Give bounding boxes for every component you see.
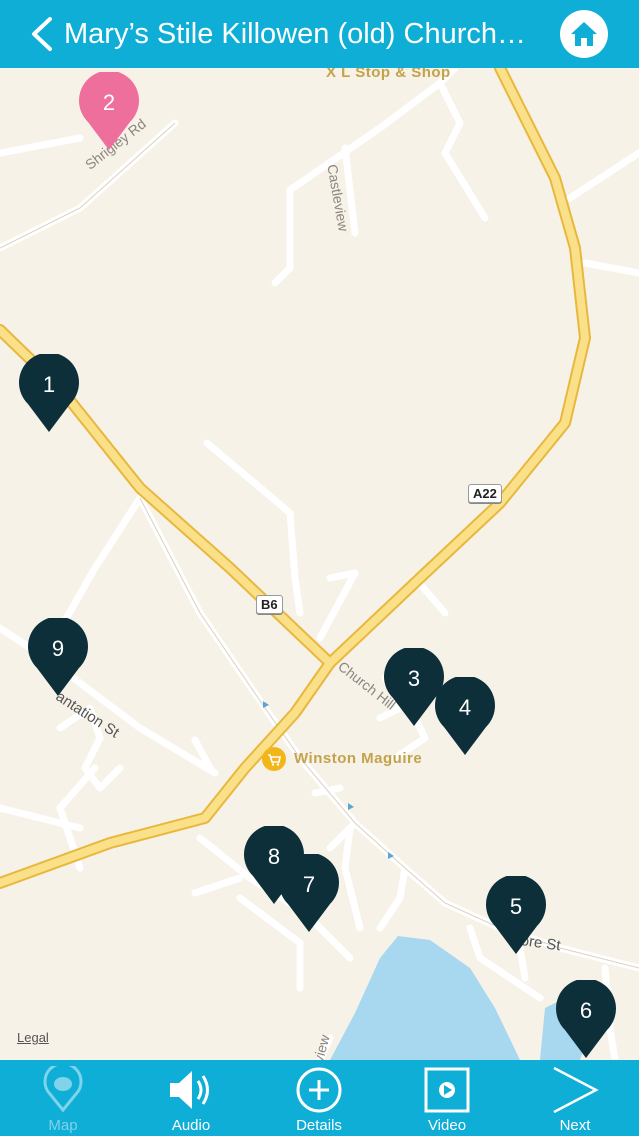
legal-link[interactable]: Legal [17, 1030, 49, 1045]
pin-number: 4 [458, 695, 472, 720]
video-play-icon [424, 1067, 470, 1113]
map-pin-icon [43, 1066, 83, 1113]
map-pin-1[interactable]: 1 [18, 354, 80, 434]
tab-details[interactable]: Details [269, 1060, 369, 1136]
top-bar: Mary’s Stile Killowen (old) Church… [0, 0, 639, 68]
road-shield-a22: A22 [468, 484, 502, 503]
map-pin-5[interactable]: 5 [485, 876, 547, 956]
tab-map[interactable]: Map [13, 1060, 113, 1136]
poi-shop-label: X L Stop & Shop [326, 68, 451, 81]
shopping-cart-icon[interactable] [262, 747, 286, 771]
pin-number: 2 [102, 90, 116, 115]
home-button[interactable] [560, 10, 608, 58]
pin-number: 1 [42, 372, 56, 397]
pin-number: 7 [302, 872, 316, 897]
back-button[interactable] [28, 16, 58, 52]
map-view[interactable]: X L Stop & Shop Shrigley Rd Castleview C… [0, 68, 639, 1060]
tab-video[interactable]: Video [397, 1060, 497, 1136]
map-pin-9[interactable]: 9 [27, 618, 89, 698]
pin-number: 9 [51, 636, 65, 661]
pin-number: 6 [579, 998, 593, 1023]
chevron-right-icon [553, 1066, 599, 1114]
road-shield-b6: B6 [256, 595, 283, 614]
tab-next[interactable]: Next [525, 1060, 625, 1136]
map-pin-2[interactable]: 2 [78, 72, 140, 152]
poi-winston-label: Winston Maguire [294, 750, 423, 767]
map-pin-6[interactable]: 6 [555, 980, 617, 1060]
plus-circle-icon [296, 1067, 342, 1113]
tab-label: Video [427, 1117, 467, 1134]
map-pin-4[interactable]: 4 [434, 677, 496, 757]
tab-label: Details [296, 1117, 342, 1134]
speaker-icon [170, 1071, 209, 1109]
pin-number: 5 [509, 894, 523, 919]
tab-label: Next [559, 1117, 591, 1134]
bottom-tab-bar: Map Audio Details Video Next [0, 1060, 639, 1136]
tab-audio[interactable]: Audio [141, 1060, 241, 1136]
tab-label: Map [48, 1117, 78, 1134]
page-title: Mary’s Stile Killowen (old) Church… [64, 18, 527, 50]
tab-label: Audio [171, 1117, 211, 1134]
back-chevron-icon [32, 17, 52, 51]
home-icon [571, 22, 597, 46]
map-pin-7[interactable]: 7 [278, 854, 340, 934]
